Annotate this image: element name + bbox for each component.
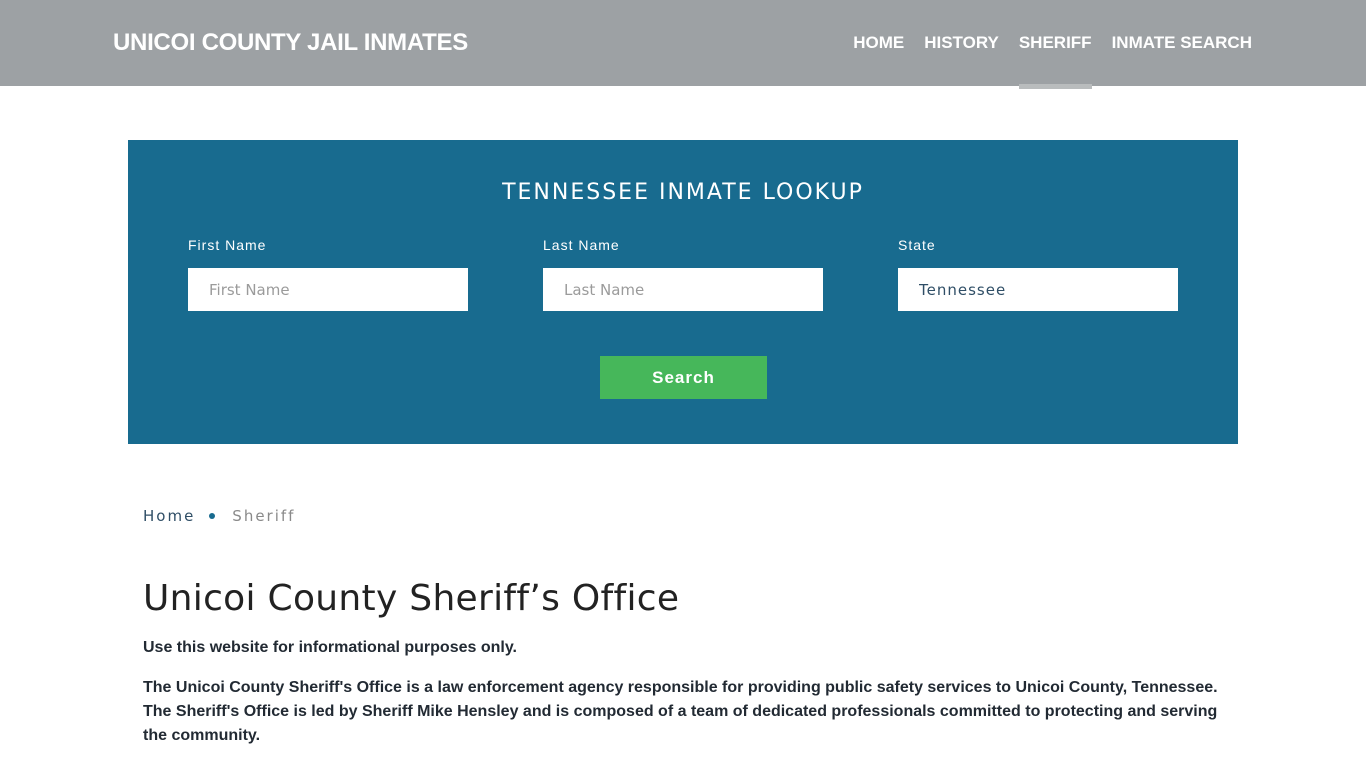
lookup-title: TENNESSEE INMATE LOOKUP (502, 180, 864, 205)
breadcrumb-home-link[interactable]: Home (143, 507, 195, 525)
breadcrumb-current: Sheriff (232, 507, 296, 525)
first-name-input[interactable] (188, 268, 468, 311)
first-name-label: First Name (188, 237, 267, 253)
breadcrumb: Home Sheriff (143, 507, 295, 525)
nav-item-inmate-search[interactable]: INMATE SEARCH (1112, 0, 1252, 86)
nav-item-home[interactable]: HOME (853, 0, 904, 86)
sheriff-office-description: The Unicoi County Sheriff's Office is a … (143, 679, 1218, 744)
nav-item-sheriff[interactable]: SHERIFF (1018, 0, 1092, 89)
nav-item-history[interactable]: HISTORY (924, 0, 999, 86)
breadcrumb-separator-dot-icon (209, 513, 216, 519)
state-input[interactable] (898, 268, 1178, 311)
search-button[interactable]: Search (600, 356, 767, 399)
main-nav: HOME HISTORY SHERIFF INMATE SEARCH (853, 0, 1252, 89)
top-navbar: UNICOI COUNTY JAIL INMATES HOME HISTORY … (0, 0, 1366, 89)
state-label: State (898, 237, 936, 253)
disclaimer-text: Use this website for informational purpo… (143, 639, 517, 656)
main-content: Use this website for informational purpo… (143, 636, 1223, 764)
site-brand-link[interactable]: UNICOI COUNTY JAIL INMATES (113, 29, 468, 57)
last-name-label: Last Name (543, 237, 620, 253)
last-name-input[interactable] (543, 268, 823, 311)
page-title: Unicoi County Sheriff’s Office (143, 578, 680, 619)
